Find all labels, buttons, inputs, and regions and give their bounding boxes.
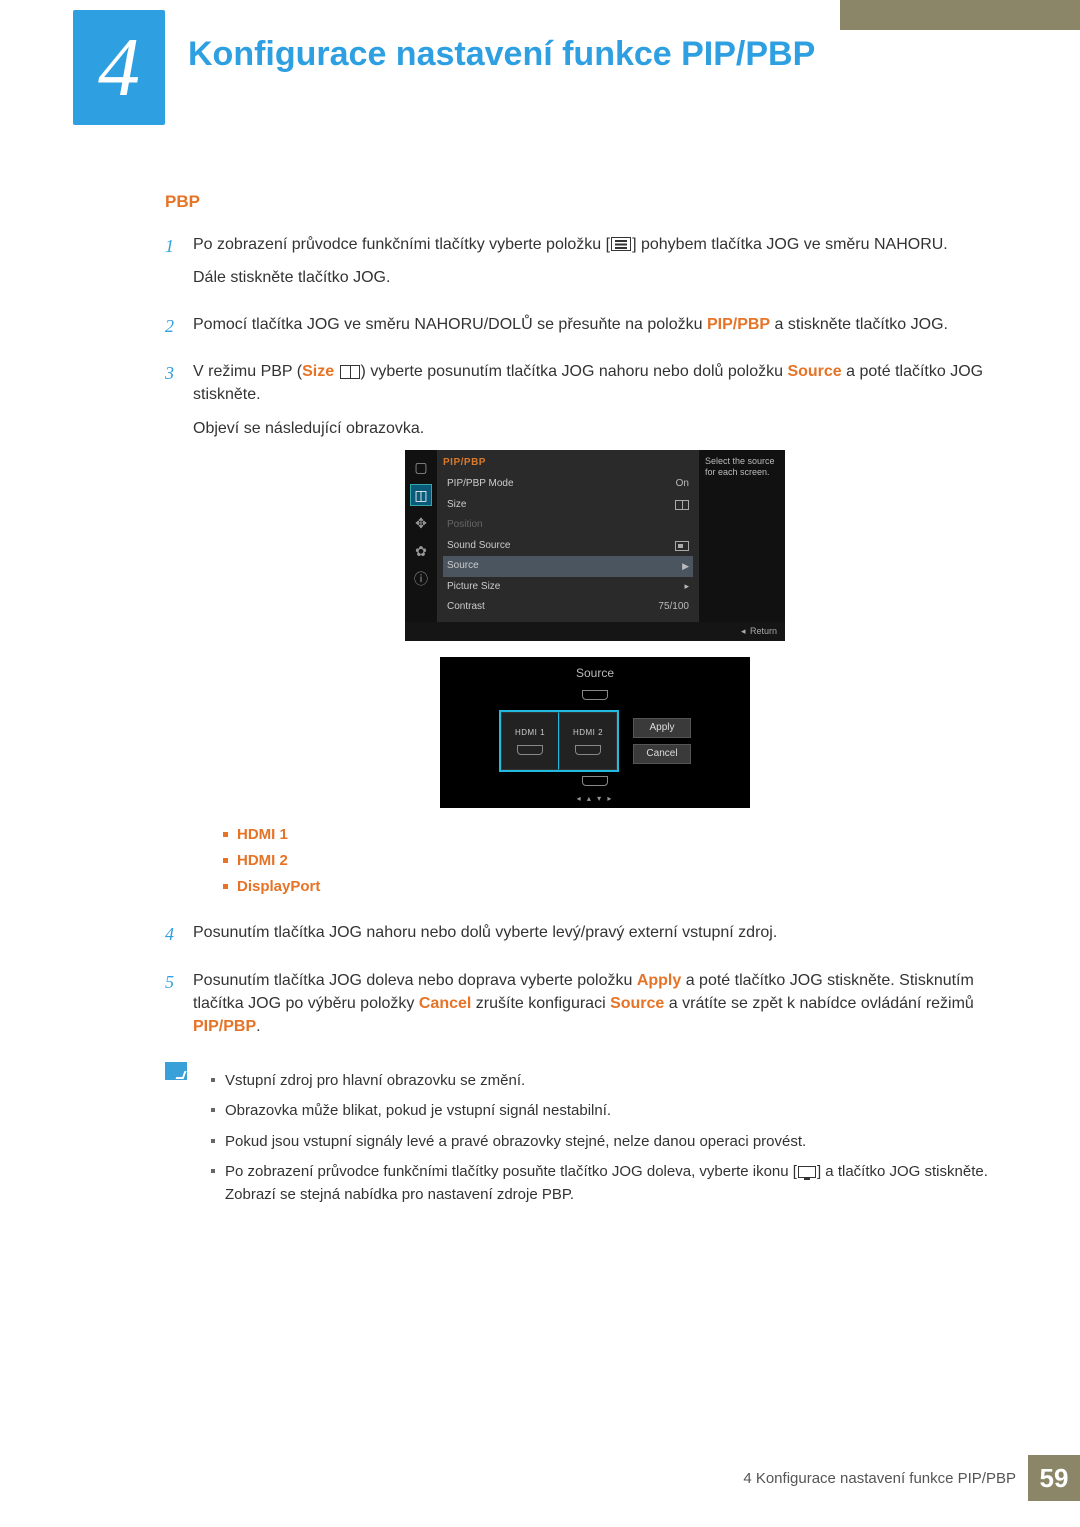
osd-screenshot-1: ▢ ◫ ✥ ✿ ⓘ PIP/PBP PIP/PBP ModeOn Size Po…	[193, 450, 997, 641]
note-icon	[165, 1062, 187, 1080]
source-selector: HDMI 1 HDMI 2	[499, 710, 619, 772]
osd-row-contrast: Contrast75/100	[443, 597, 693, 618]
step-4: Posunutím tlačítka JOG nahoru nebo dolů …	[193, 921, 997, 954]
step-5: Posunutím tlačítka JOG doleva nebo dopra…	[193, 969, 997, 1049]
osd-screenshot-2: Source HDMI 1 HDMI 2 Apply Cancel	[193, 657, 997, 808]
port-icon	[517, 745, 543, 755]
step-number: 5	[165, 969, 193, 1049]
keyword: Size	[302, 363, 334, 380]
step-3: V režimu PBP (Size ) vyberte posunutím t…	[193, 360, 997, 907]
step-number: 2	[165, 313, 193, 346]
osd-help: Select the source for each screen.	[699, 450, 785, 622]
osd-row-sound: Sound Source	[443, 536, 693, 557]
note-item: Obrazovka může blikat, pokud je vstupní …	[211, 1099, 997, 1122]
arrow-right-icon: ▶	[682, 560, 689, 573]
chapter-badge: 4	[73, 10, 165, 125]
keyword: PIP/PBP	[193, 1018, 256, 1035]
menu-icon	[611, 237, 631, 251]
page-footer: 4 Konfigurace nastavení funkce PIP/PBP 5…	[743, 1455, 1080, 1501]
port-icon	[575, 745, 601, 755]
osd-title: PIP/PBP	[443, 454, 693, 475]
nav-arrows-icon: ◂ ▴ ▾ ▸	[577, 793, 614, 805]
osd-footer: ◂ Return	[405, 622, 785, 641]
text: Objeví se následující obrazovka.	[193, 417, 997, 440]
text: .	[256, 1018, 260, 1035]
source-displayport: DisplayPort	[223, 876, 997, 898]
source-hdmi2: HDMI 2	[223, 850, 997, 872]
pbp-split-icon	[340, 365, 360, 379]
content-body: PBP 1 Po zobrazení průvodce funkčními tl…	[165, 190, 997, 1213]
port-icon	[582, 690, 608, 700]
monitor-icon	[798, 1166, 816, 1178]
step-number: 1	[165, 233, 193, 299]
chapter-title: Konfigurace nastavení funkce PIP/PBP	[188, 35, 815, 74]
info-icon: ⓘ	[410, 568, 432, 590]
text: Posunutím tlačítka JOG nahoru nebo dolů …	[193, 921, 997, 944]
osd-sidebar: ▢ ◫ ✥ ✿ ⓘ	[405, 450, 437, 622]
text: ] pohybem tlačítka JOG ve směru NAHORU.	[632, 236, 948, 253]
display-icon: ✥	[410, 512, 432, 534]
source-options: HDMI 1 HDMI 2 DisplayPort	[223, 824, 997, 897]
port-icon	[582, 776, 608, 786]
note-item: Vstupní zdroj pro hlavní obrazovku se zm…	[211, 1069, 997, 1092]
cancel-button: Cancel	[633, 744, 691, 764]
keyword: Source	[610, 995, 664, 1012]
apply-button: Apply	[633, 718, 691, 738]
osd-row-size: Size	[443, 495, 693, 516]
step-2: Pomocí tlačítka JOG ve směru NAHORU/DOLŮ…	[193, 313, 997, 346]
text: a stiskněte tlačítko JOG.	[770, 316, 948, 333]
step-list: 1 Po zobrazení průvodce funkčními tlačít…	[165, 233, 997, 1048]
keyword: PIP/PBP	[707, 316, 770, 333]
osd-row-position: Position	[443, 515, 693, 536]
text: Dále stiskněte tlačítko JOG.	[193, 266, 997, 289]
text: V režimu PBP (	[193, 363, 302, 380]
arrow-right-icon: ▸	[684, 580, 689, 593]
note-item: Pokud jsou vstupní signály levé a pravé …	[211, 1130, 997, 1153]
page-number: 59	[1028, 1455, 1080, 1501]
note-block: Vstupní zdroj pro hlavní obrazovku se zm…	[165, 1062, 997, 1213]
keyword: Cancel	[419, 995, 471, 1012]
step-number: 4	[165, 921, 193, 954]
osd-row-picturesize: Picture Size▸	[443, 577, 693, 598]
source-hdmi1: HDMI 1	[223, 824, 997, 846]
source-left: HDMI 1	[501, 712, 559, 770]
settings-icon: ✿	[410, 540, 432, 562]
sound-icon	[675, 541, 689, 551]
top-stripe	[840, 0, 1080, 30]
chapter-number: 4	[98, 26, 140, 110]
source-right: HDMI 2	[559, 712, 617, 770]
note-item: Po zobrazení průvodce funkčními tlačítky…	[211, 1160, 997, 1207]
text: Pomocí tlačítka JOG ve směru NAHORU/DOLŮ…	[193, 316, 707, 333]
osd-row-mode: PIP/PBP ModeOn	[443, 474, 693, 495]
osd-main: PIP/PBP PIP/PBP ModeOn Size Position Sou…	[437, 450, 699, 622]
footer-text: 4 Konfigurace nastavení funkce PIP/PBP	[743, 1470, 1028, 1487]
text: Po zobrazení průvodce funkčními tlačítky…	[193, 236, 610, 253]
size-icon	[675, 500, 689, 510]
text: Posunutím tlačítka JOG doleva nebo dopra…	[193, 972, 637, 989]
step-1: Po zobrazení průvodce funkčními tlačítky…	[193, 233, 997, 299]
note-list: Vstupní zdroj pro hlavní obrazovku se zm…	[211, 1062, 997, 1213]
keyword: Source	[787, 363, 841, 380]
section-heading: PBP	[165, 190, 997, 215]
text: a vrátíte se zpět k nabídce ovládání rež…	[664, 995, 974, 1012]
osd-row-source: Source▶	[443, 556, 693, 577]
text: ) vyberte posunutím tlačítka JOG nahoru …	[361, 363, 788, 380]
text: zrušíte konfiguraci	[471, 995, 610, 1012]
osd2-title: Source	[450, 663, 740, 688]
pip-pbp-icon: ◫	[410, 484, 432, 506]
picture-icon: ▢	[410, 456, 432, 478]
step-number: 3	[165, 360, 193, 907]
keyword: Apply	[637, 972, 681, 989]
